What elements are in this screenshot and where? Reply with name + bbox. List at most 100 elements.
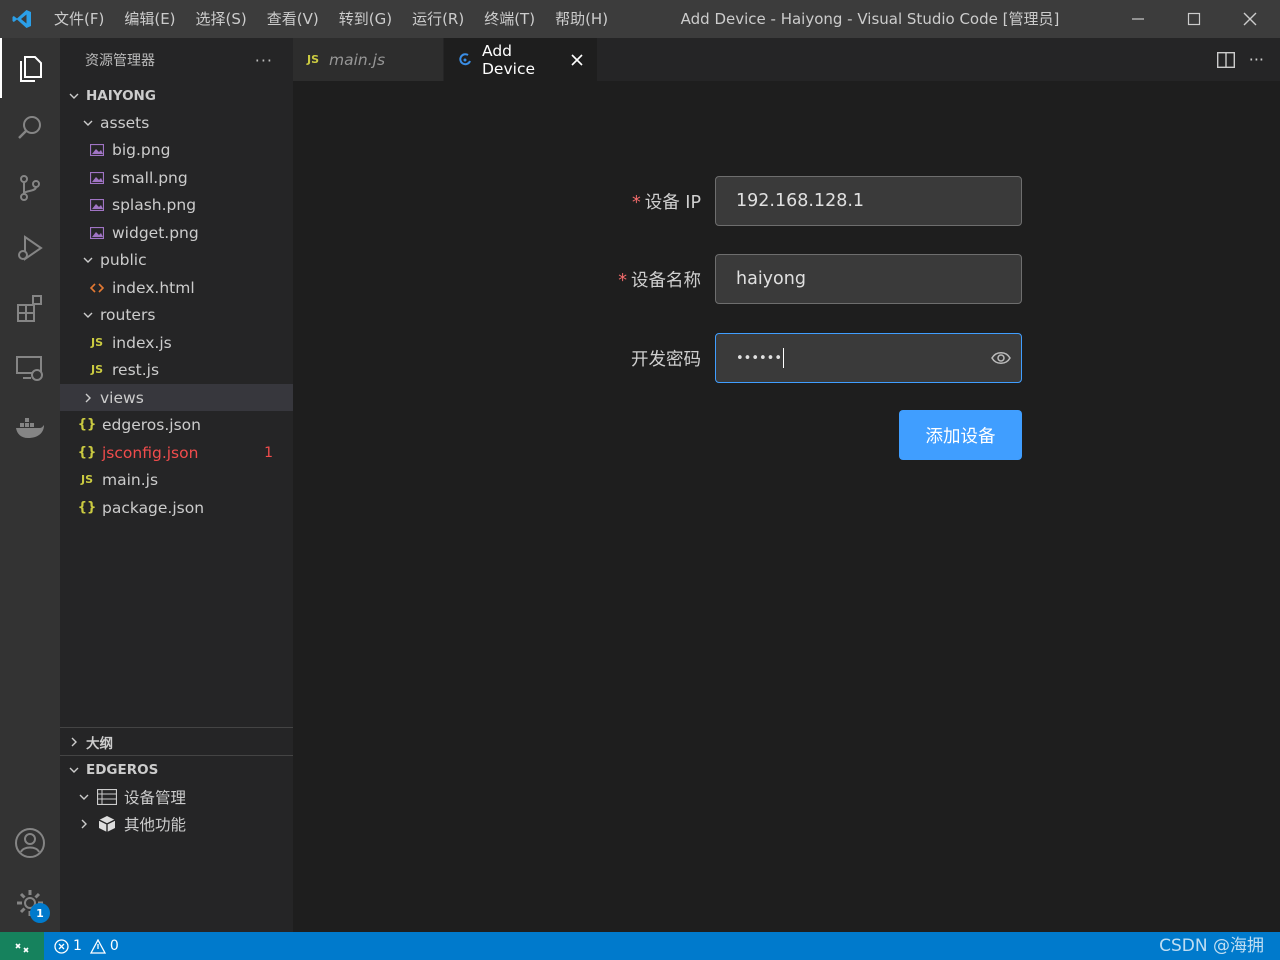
tree-folder-views[interactable]: views — [60, 384, 293, 411]
chevron-down-icon — [80, 254, 96, 266]
tree-label: widget.png — [112, 223, 199, 242]
tree-file-index-html[interactable]: index.html — [60, 274, 293, 301]
package-cube-icon — [96, 815, 118, 833]
json-file-icon: {} — [77, 500, 97, 515]
tree-label: splash.png — [112, 195, 197, 214]
close-window-button[interactable] — [1222, 0, 1278, 38]
required-mark: * — [631, 193, 641, 213]
device-ip-label: * 设备 IP — [501, 189, 701, 214]
menu-file[interactable]: 文件(F) — [44, 0, 114, 38]
tree-file-index-js[interactable]: JS index.js — [60, 329, 293, 356]
device-ip-input[interactable]: 192.168.128.1 — [715, 176, 1022, 226]
chevron-right-icon — [66, 736, 82, 748]
menu-view[interactable]: 查看(V) — [257, 0, 329, 38]
tree-label: jsconfig.json — [102, 443, 199, 462]
tree-file-main-js[interactable]: JS main.js — [60, 466, 293, 493]
tree-label: index.js — [112, 333, 172, 352]
tree-label: rest.js — [112, 360, 160, 379]
chevron-down-icon — [66, 90, 82, 102]
label-text: 设备 IP — [644, 193, 701, 213]
eye-icon[interactable] — [991, 348, 1011, 373]
edgeros-item-other-features[interactable]: 其他功能 — [60, 810, 293, 837]
json-file-icon: {} — [77, 445, 97, 460]
edgeros-item-device-manage[interactable]: 设备管理 — [60, 783, 293, 810]
menu-selection[interactable]: 选择(S) — [186, 0, 257, 38]
editor-actions: ··· — [1216, 38, 1264, 81]
source-control-icon[interactable] — [0, 158, 60, 218]
window-title: Add Device - Haiyong - Visual Studio Cod… — [680, 10, 1060, 28]
js-file-icon: JS — [90, 363, 103, 376]
input-value: •••••• — [736, 350, 783, 366]
image-file-icon — [88, 143, 106, 156]
tree-file-splash-png[interactable]: splash.png — [60, 191, 293, 218]
tree-file-rest-js[interactable]: JS rest.js — [60, 356, 293, 383]
input-value: 192.168.128.1 — [736, 191, 865, 211]
tab-add-device[interactable]: Add Device — [444, 38, 597, 81]
dev-password-label: 开发密码 — [501, 346, 701, 371]
tree-file-package-json[interactable]: {} package.json — [60, 494, 293, 521]
tab-main-js[interactable]: JS main.js — [293, 38, 443, 81]
tree-folder-public[interactable]: public — [60, 246, 293, 273]
device-name-input[interactable]: haiyong — [715, 254, 1022, 304]
tree-file-big-png[interactable]: big.png — [60, 136, 293, 163]
edgeros-section-header[interactable]: EDGEROS — [60, 756, 293, 783]
tab-label: Add Device — [482, 41, 536, 78]
error-count: 1 — [73, 938, 82, 954]
menu-run[interactable]: 运行(R) — [402, 0, 474, 38]
warning-icon — [89, 938, 106, 954]
js-file-icon: JS — [90, 336, 103, 349]
menu-go[interactable]: 转到(G) — [329, 0, 402, 38]
tree-folder-assets[interactable]: assets — [60, 109, 293, 136]
tree-label: routers — [100, 305, 156, 324]
project-root[interactable]: HAIYONG — [60, 82, 293, 109]
project-name: HAIYONG — [86, 87, 156, 104]
run-debug-icon[interactable] — [0, 218, 60, 278]
label-text: 开发密码 — [631, 350, 701, 370]
add-device-button[interactable]: 添加设备 — [899, 410, 1022, 460]
remote-explorer-icon[interactable] — [0, 338, 60, 398]
chevron-down-icon — [80, 309, 96, 321]
maximize-button[interactable] — [1166, 0, 1222, 38]
account-icon[interactable] — [0, 813, 60, 873]
extensions-icon[interactable] — [0, 278, 60, 338]
more-actions-icon[interactable]: ··· — [255, 51, 273, 70]
tree-file-jsconfig-json[interactable]: {} jsconfig.json 1 — [60, 439, 293, 466]
tree-label: assets — [100, 113, 150, 132]
menu-terminal[interactable]: 终端(T) — [474, 0, 545, 38]
tree-file-widget-png[interactable]: widget.png — [60, 219, 293, 246]
split-editor-icon[interactable] — [1216, 51, 1235, 68]
json-file-icon: {} — [77, 417, 97, 432]
chevron-right-icon — [76, 818, 92, 830]
menu-edit[interactable]: 编辑(E) — [114, 0, 185, 38]
explorer-sidebar: 资源管理器 ··· HAIYONG assets big.png small.p… — [60, 38, 293, 932]
more-actions-icon[interactable]: ··· — [1249, 50, 1264, 69]
title-bar: 文件(F) 编辑(E) 选择(S) 查看(V) 转到(G) 运行(R) 终端(T… — [0, 0, 1280, 38]
explorer-icon[interactable] — [0, 38, 60, 98]
dev-password-input[interactable]: •••••• — [715, 333, 1022, 383]
csdn-watermark: CSDN @海拥 — [1159, 936, 1264, 956]
search-icon[interactable] — [0, 98, 60, 158]
warning-count: 0 — [109, 938, 119, 954]
device-name-label: * 设备名称 — [501, 267, 701, 292]
tree-file-small-png[interactable]: small.png — [60, 164, 293, 191]
docker-icon[interactable] — [0, 398, 60, 458]
error-icon — [54, 938, 69, 954]
problem-count-badge: 1 — [264, 444, 273, 461]
tree-label: 其他功能 — [124, 815, 187, 834]
problems-indicator[interactable]: 1 0 — [54, 938, 119, 954]
activity-bar: 1 — [0, 38, 60, 932]
editor-tab-bar: JS main.js Add Device ··· — [293, 38, 1280, 81]
tree-folder-routers[interactable]: routers — [60, 301, 293, 328]
close-tab-icon[interactable] — [571, 53, 583, 66]
js-file-icon: JS — [307, 53, 320, 66]
minimize-button[interactable] — [1110, 0, 1166, 38]
remote-indicator-icon[interactable] — [0, 932, 44, 960]
settings-gear-icon[interactable] — [0, 873, 60, 933]
tree-label: small.png — [112, 168, 188, 187]
tree-label: main.js — [102, 470, 159, 489]
edgeros-title: EDGEROS — [86, 761, 159, 778]
tree-file-edgeros-json[interactable]: {} edgeros.json — [60, 411, 293, 438]
add-device-webview: * 设备 IP 192.168.128.1 * 设备名称 haiyong 开发密码 … — [293, 81, 1280, 932]
outline-section-header[interactable]: 大纲 — [60, 728, 293, 755]
tree-label: package.json — [102, 498, 205, 517]
